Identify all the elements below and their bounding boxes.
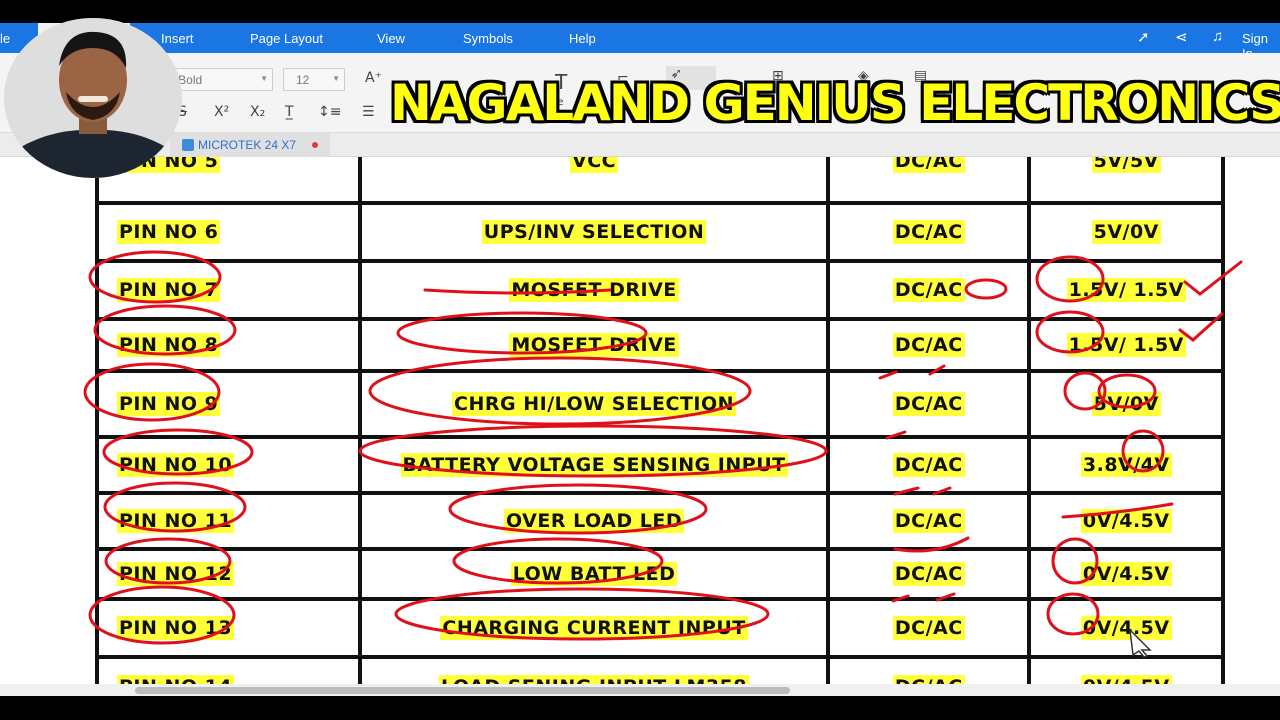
table-row: PIN NO 14 LOAD SENING INPUT LM358 DC/AC … xyxy=(95,655,1225,684)
pin-function: MOSFET DRIVE xyxy=(509,333,679,357)
pin-value: 1.5V/ 1.5V xyxy=(1066,278,1186,302)
document-canvas: PIN NO 5 VCC DC/AC 5V/5V PIN NO 6 UPS/IN… xyxy=(0,157,1280,684)
pin-type: DC/AC xyxy=(892,278,965,302)
table-row: PIN NO 5 VCC DC/AC 5V/5V xyxy=(95,157,1225,205)
pin-function: VCC xyxy=(570,157,619,173)
chevron-down-icon: ▼ xyxy=(332,74,340,83)
table-row: PIN NO 13 CHARGING CURRENT INPUT DC/AC 0… xyxy=(95,597,1225,659)
presenter-portrait xyxy=(4,18,182,178)
pin-value: 0V/4.5V xyxy=(1080,562,1172,586)
pin-function: MOSFET DRIVE xyxy=(509,278,679,302)
send-icon[interactable]: ➚ xyxy=(1137,28,1150,46)
pin-function: BATTERY VOLTAGE SENSING INPUT xyxy=(400,453,788,477)
pin-function: UPS/INV SELECTION xyxy=(481,220,707,244)
pin-type: DC/AC xyxy=(892,562,965,586)
table-row: PIN NO 6 UPS/INV SELECTION DC/AC 5V/0V xyxy=(95,201,1225,263)
subscript-icon[interactable]: X₂ xyxy=(250,104,265,120)
document-icon xyxy=(182,139,194,151)
pin-label: PIN NO 14 xyxy=(117,675,235,684)
pin-label: PIN NO 6 xyxy=(117,220,221,244)
menu-help[interactable]: Help xyxy=(569,31,596,46)
pin-value: 1.5V/ 1.5V xyxy=(1066,333,1186,357)
menu-bar: le Insert Page Layout View Symbols Help … xyxy=(0,23,1280,61)
scrollbar-thumb[interactable] xyxy=(135,687,790,694)
pin-value: 5V/0V xyxy=(1091,392,1161,416)
table-row: PIN NO 8 MOSFET DRIVE DC/AC 1.5V/ 1.5V xyxy=(95,317,1225,373)
font-size-value: 12 xyxy=(296,73,310,87)
pin-value: 3.8V/4V xyxy=(1080,453,1172,477)
pin-function: CHARGING CURRENT INPUT xyxy=(440,616,748,640)
line-spacing-icon[interactable]: ↕≡ xyxy=(318,104,341,120)
chevron-down-icon: ▼ xyxy=(260,74,268,83)
pin-type: DC/AC xyxy=(892,675,965,684)
pin-label: PIN NO 7 xyxy=(117,278,221,302)
pin-type: DC/AC xyxy=(892,453,965,477)
share-icon[interactable]: ⋖ xyxy=(1175,28,1188,46)
bullet-list-icon[interactable]: ☰ xyxy=(362,104,375,120)
pin-label: PIN NO 13 xyxy=(117,616,235,640)
text-style-icon[interactable]: T̲ xyxy=(285,104,294,120)
document-tab-label: MICROTEK 24 X7 xyxy=(198,138,297,152)
pin-type: DC/AC xyxy=(892,616,965,640)
pin-value: 0V/4.5V xyxy=(1080,616,1172,640)
top-black-bar xyxy=(0,0,1280,23)
pin-value: 5V/5V xyxy=(1091,157,1161,173)
pin-function: OVER LOAD LED xyxy=(504,509,685,533)
increase-font-icon[interactable]: A⁺ xyxy=(365,70,382,86)
document-tab[interactable]: MICROTEK 24 X7 xyxy=(170,133,330,157)
pin-label: PIN NO 9 xyxy=(117,392,221,416)
pin-function: LOAD SENING INPUT LM358 xyxy=(439,675,750,684)
pin-type: DC/AC xyxy=(892,509,965,533)
pin-value: 0V/4.5V xyxy=(1080,675,1172,684)
menu-view[interactable]: View xyxy=(377,31,405,46)
table-row: PIN NO 12 LOW BATT LED DC/AC 0V/4.5V xyxy=(95,547,1225,601)
menu-page-layout[interactable]: Page Layout xyxy=(250,31,323,46)
menu-insert[interactable]: Insert xyxy=(161,31,194,46)
pin-type: DC/AC xyxy=(892,220,965,244)
table-row: PIN NO 10 BATTERY VOLTAGE SENSING INPUT … xyxy=(95,435,1225,495)
unsaved-dot-icon xyxy=(312,142,318,148)
table-row: PIN NO 11 OVER LOAD LED DC/AC 0V/4.5V xyxy=(95,491,1225,551)
bottom-black-bar xyxy=(0,696,1280,720)
overlay-title: NAGALAND GENIUS ELECTRONICS xyxy=(390,74,1280,132)
font-size-select[interactable]: 12 ▼ xyxy=(283,68,345,91)
table-row: PIN NO 7 MOSFET DRIVE DC/AC 1.5V/ 1.5V xyxy=(95,259,1225,321)
pin-value: 0V/4.5V xyxy=(1080,509,1172,533)
pin-table: PIN NO 5 VCC DC/AC 5V/5V PIN NO 6 UPS/IN… xyxy=(95,157,1225,684)
pin-label: PIN NO 10 xyxy=(117,453,235,477)
mouse-cursor-icon xyxy=(1129,628,1152,658)
pin-type: DC/AC xyxy=(892,157,965,173)
table-row: PIN NO 9 CHRG HI/LOW SELECTION DC/AC 5V/… xyxy=(95,369,1225,439)
bell-icon[interactable]: ♫ xyxy=(1212,28,1223,45)
pin-type: DC/AC xyxy=(892,392,965,416)
superscript-icon[interactable]: X² xyxy=(214,104,229,120)
menu-symbols[interactable]: Symbols xyxy=(463,31,513,46)
pin-function: LOW BATT LED xyxy=(510,562,678,586)
pin-type: DC/AC xyxy=(892,333,965,357)
webcam-presenter xyxy=(4,18,182,178)
pin-value: 5V/0V xyxy=(1091,220,1161,244)
pin-function: CHRG HI/LOW SELECTION xyxy=(452,392,737,416)
pin-label: PIN NO 12 xyxy=(117,562,235,586)
menu-file[interactable]: le xyxy=(0,31,10,46)
pin-label: PIN NO 11 xyxy=(117,509,235,533)
pin-label: PIN NO 8 xyxy=(117,333,221,357)
